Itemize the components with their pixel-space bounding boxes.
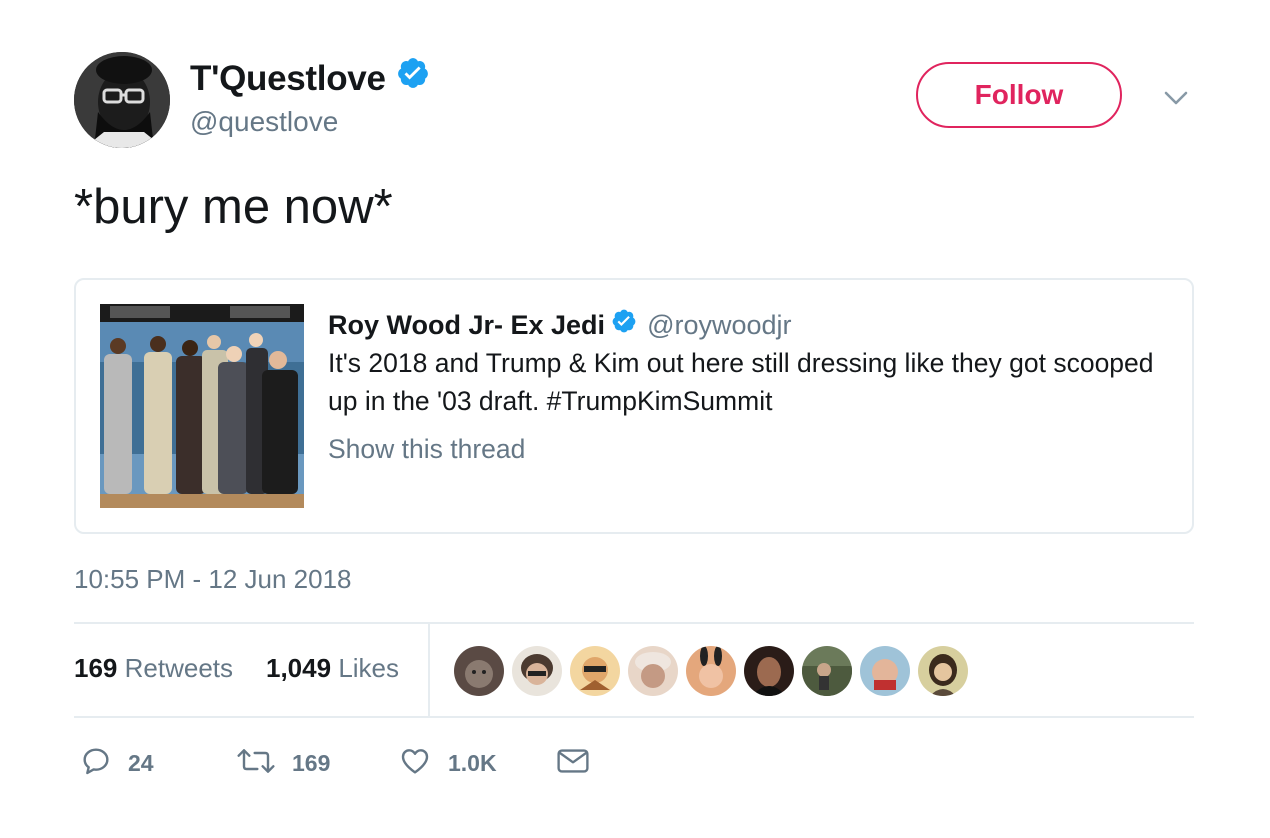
liker-avatar[interactable]	[454, 646, 504, 696]
follow-button[interactable]: Follow	[916, 62, 1122, 128]
author-display-name[interactable]: T'Questlove	[190, 56, 430, 101]
quoted-author-name: Roy Wood Jr- Ex Jedi	[328, 310, 606, 340]
liker-avatar[interactable]	[512, 646, 562, 696]
quoted-tweet-text: It's 2018 and Trump & Kim out here still…	[328, 348, 1154, 416]
likers-avatars	[454, 646, 976, 696]
reply-button[interactable]: 24	[80, 745, 154, 781]
retweets-stat[interactable]: 169 Retweets	[74, 651, 233, 685]
likes-label: Likes	[338, 653, 400, 683]
reply-icon	[80, 745, 112, 782]
liker-avatar[interactable]	[802, 646, 852, 696]
liker-avatar[interactable]	[744, 646, 794, 696]
retweets-count: 169	[74, 653, 118, 683]
author-name-text: T'Questlove	[190, 58, 386, 98]
retweet-icon	[236, 745, 276, 782]
quoted-author-handle: @roywoodjr	[647, 310, 792, 340]
verified-badge-icon	[611, 308, 637, 342]
divider	[74, 622, 1194, 624]
divider	[428, 624, 430, 716]
liker-avatar[interactable]	[628, 646, 678, 696]
direct-message-button[interactable]	[556, 745, 590, 781]
like-button[interactable]: 1.0K	[398, 745, 497, 781]
show-thread-link[interactable]: Show this thread	[328, 432, 525, 466]
like-icon	[398, 745, 432, 782]
author-avatar[interactable]	[74, 52, 170, 148]
author-handle[interactable]: @questlove	[190, 104, 338, 140]
quoted-author[interactable]: Roy Wood Jr- Ex Jedi @roywoodjr	[328, 308, 792, 342]
message-icon	[556, 747, 590, 780]
likes-count: 1,049	[266, 653, 332, 683]
tweet-text: *bury me now*	[74, 180, 393, 234]
reply-count: 24	[128, 749, 154, 776]
retweet-button[interactable]: 169	[236, 745, 330, 781]
like-count: 1.0K	[448, 749, 497, 776]
chevron-down-icon[interactable]	[1162, 86, 1190, 110]
quoted-tweet-image[interactable]	[100, 304, 304, 508]
liker-avatar[interactable]	[570, 646, 620, 696]
divider	[74, 716, 1194, 718]
liker-avatar[interactable]	[918, 646, 968, 696]
retweet-count: 169	[292, 749, 331, 776]
liker-avatar[interactable]	[860, 646, 910, 696]
tweet-timestamp[interactable]: 10:55 PM - 12 Jun 2018	[74, 562, 352, 596]
verified-badge-icon	[396, 56, 430, 101]
likes-stat[interactable]: 1,049 Likes	[266, 651, 399, 685]
liker-avatar[interactable]	[686, 646, 736, 696]
retweets-label: Retweets	[124, 653, 234, 683]
